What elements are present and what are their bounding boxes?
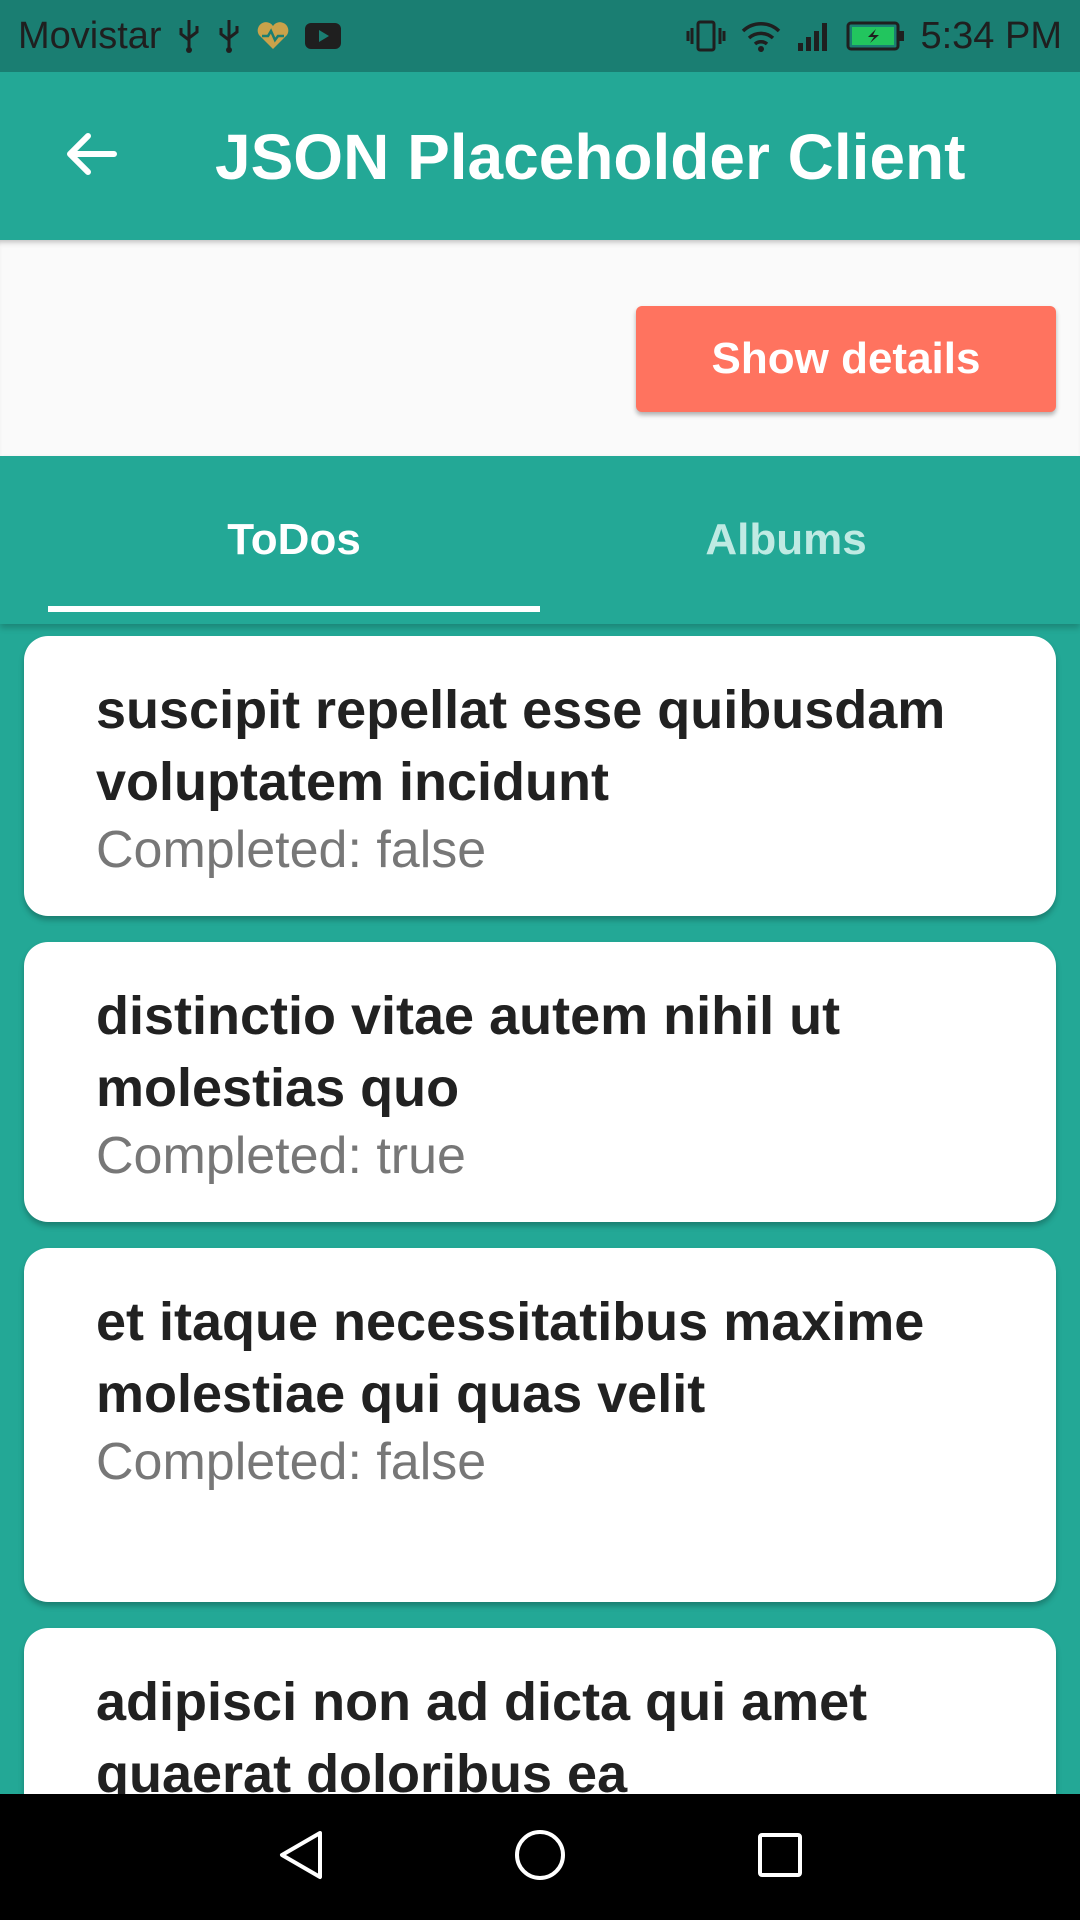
back-button[interactable]: [52, 118, 128, 194]
nav-home-button[interactable]: [505, 1822, 575, 1892]
todo-title: suscipit repellat esse quibusdam volupta…: [96, 680, 946, 812]
battery-icon: [846, 20, 906, 52]
carrier-label: Movistar: [18, 14, 162, 57]
signal-icon: [796, 19, 832, 53]
nav-recents-icon: [755, 1830, 805, 1885]
list-item[interactable]: distinctio vitae autem nihil ut molestia…: [24, 942, 1056, 1222]
todo-list: suscipit repellat esse quibusdam volupta…: [0, 624, 1080, 1794]
vibrate-icon: [686, 19, 726, 53]
usb-icon: [216, 18, 242, 54]
tab-bar: ToDos Albums: [0, 456, 1080, 624]
app-bar: JSON Placeholder Client: [0, 72, 1080, 240]
tab-albums[interactable]: Albums: [540, 456, 1032, 624]
list-item[interactable]: suscipit repellat esse quibusdam volupta…: [24, 636, 1056, 916]
todo-status: Completed: true: [96, 1127, 466, 1185]
heart-icon: [256, 21, 290, 51]
nav-back-button[interactable]: [265, 1822, 335, 1892]
list-item[interactable]: et itaque necessitatibus maxime molestia…: [24, 1248, 1056, 1602]
wifi-icon: [740, 19, 782, 53]
nav-back-icon: [274, 1827, 326, 1888]
youtube-icon: [304, 22, 342, 50]
tab-todos[interactable]: ToDos: [48, 456, 540, 624]
list-item[interactable]: adipisci non ad dicta qui amet quaerat d…: [24, 1628, 1056, 1794]
show-details-button[interactable]: Show details: [636, 306, 1056, 412]
usb-icon: [176, 18, 202, 54]
nav-recents-button[interactable]: [745, 1822, 815, 1892]
tab-indicator: [48, 606, 540, 612]
nav-home-icon: [512, 1827, 568, 1888]
system-nav-bar: [0, 1794, 1080, 1920]
todo-title: distinctio vitae autem nihil ut molestia…: [96, 986, 841, 1118]
back-arrow-icon: [62, 130, 118, 183]
clock-label: 5:34 PM: [920, 14, 1062, 57]
todo-status: Completed: false: [96, 821, 487, 879]
todo-status: Completed: false: [96, 1433, 487, 1491]
todo-title: adipisci non ad dicta qui amet quaerat d…: [96, 1672, 868, 1794]
status-bar: Movistar 5:34 PM: [0, 0, 1080, 72]
page-title: JSON Placeholder Client: [215, 121, 966, 193]
todo-title: et itaque necessitatibus maxime molestia…: [96, 1292, 925, 1424]
details-panel: Show details: [0, 240, 1080, 456]
